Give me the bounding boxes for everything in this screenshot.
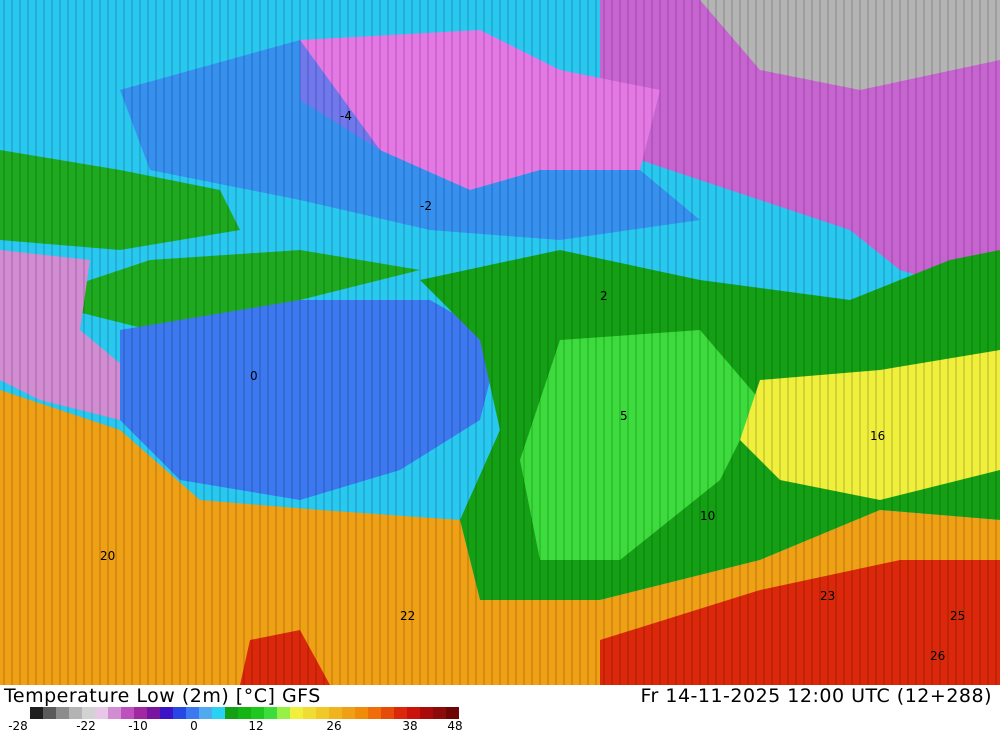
legend-swatch [433,707,446,719]
contour-label: 22 [400,609,415,623]
legend-swatch [329,707,342,719]
contour-label: 25 [950,609,965,623]
contour-label: 5 [620,409,628,423]
legend-swatch [394,707,407,719]
contour-label: 26 [930,649,945,663]
legend-swatch [316,707,329,719]
legend-tick-label: 12 [248,719,264,733]
legend-swatch [290,707,303,719]
legend-swatch [30,707,43,719]
contour-stripes [0,0,1000,685]
legend-tick-label: 0 [190,719,198,733]
legend-swatch [160,707,173,719]
legend-swatch [186,707,199,719]
legend-swatch [225,707,238,719]
legend-swatch [82,707,95,719]
contour-label: 2 [600,289,608,303]
legend-swatch [303,707,316,719]
legend-tick-label: -22 [76,719,96,733]
legend-swatch [238,707,251,719]
legend-swatch [355,707,368,719]
legend-swatch [368,707,381,719]
legend-swatch [420,707,433,719]
temperature-map[interactable]: -2 -4 0 2 5 10 16 20 22 23 25 26 [0,0,1000,685]
legend-tick-label: 26 [326,719,342,733]
map-title: Temperature Low (2m) [°C] GFS [4,685,321,707]
valid-time: Fr 14-11-2025 12:00 UTC (12+288) [640,685,992,707]
legend-tick-label: -10 [128,719,148,733]
contour-label: -4 [340,109,352,123]
legend-swatch [121,707,134,719]
contour-label: 0 [250,369,258,383]
legend-swatch [381,707,394,719]
contour-label: 16 [870,429,885,443]
legend-tick-label: 48 [447,719,463,733]
legend-swatch [69,707,82,719]
legend-swatch [95,707,108,719]
legend-swatch [342,707,355,719]
legend-swatch [108,707,121,719]
contour-label: 20 [100,549,115,563]
legend-swatch [251,707,264,719]
legend-swatch [147,707,160,719]
contour-label: 23 [820,589,835,603]
contour-label: 10 [700,509,715,523]
color-legend [30,707,459,719]
contour-label: -2 [420,199,432,213]
legend-swatch [277,707,290,719]
legend-swatch [407,707,420,719]
legend-swatch [43,707,56,719]
map-footer: Temperature Low (2m) [°C] GFS Fr 14-11-2… [0,685,1000,733]
legend-swatch [134,707,147,719]
legend-ticks: -28 -22 -10 0 12 26 38 48 [0,719,480,733]
legend-swatch [264,707,277,719]
legend-swatch [446,707,459,719]
legend-swatch [173,707,186,719]
legend-tick-label: -28 [8,719,28,733]
legend-swatch [56,707,69,719]
legend-tick-label: 38 [402,719,418,733]
legend-swatch [199,707,212,719]
legend-swatch [212,707,225,719]
